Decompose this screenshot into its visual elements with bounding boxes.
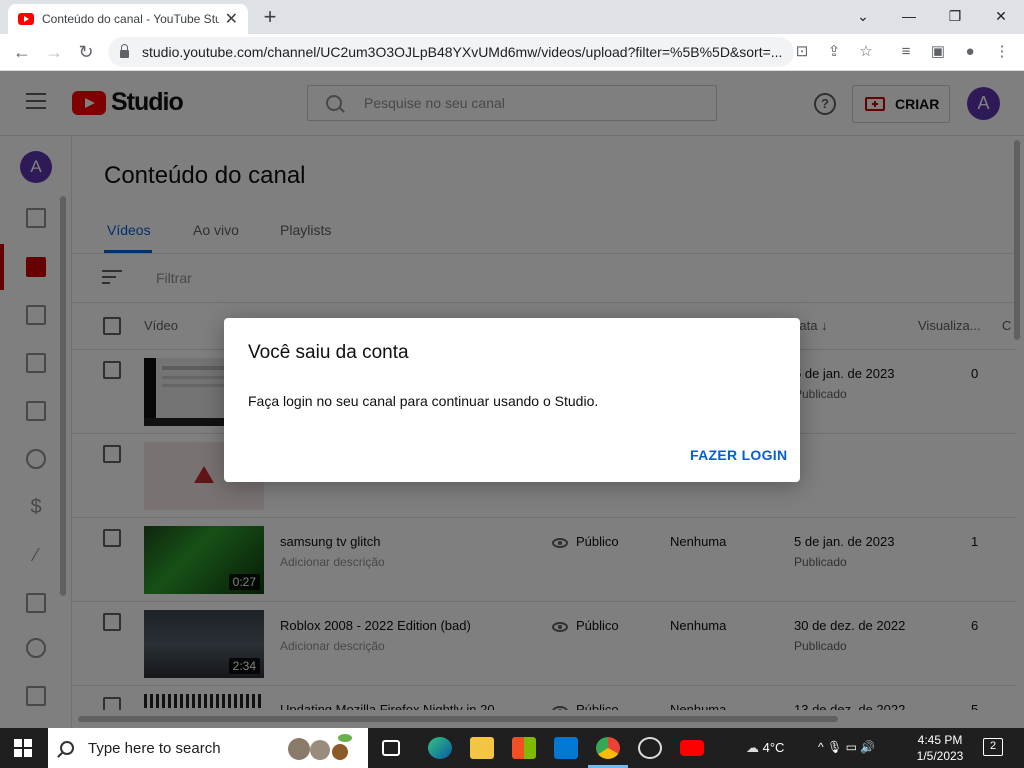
- login-button[interactable]: FAZER LOGIN: [690, 447, 787, 463]
- microsoft-store-icon[interactable]: [512, 737, 536, 759]
- back-arrow-icon[interactable]: ←: [10, 40, 34, 64]
- side-panel-icon[interactable]: ▣: [928, 42, 948, 62]
- new-tab-button[interactable]: +: [258, 4, 282, 30]
- clock[interactable]: 4:45 PM 1/5/2023: [910, 732, 970, 764]
- edge-icon[interactable]: [428, 737, 452, 759]
- taskbar-search-box[interactable]: Type here to search: [48, 728, 368, 768]
- mail-icon[interactable]: [554, 737, 578, 759]
- task-view-icon[interactable]: [382, 740, 400, 756]
- tab-close-button[interactable]: ✕: [225, 9, 238, 29]
- windows-taskbar: Type here to search ☁ 4°C ^ 🎙 ▭ 🔊 4:45 P…: [0, 728, 1024, 768]
- url-text[interactable]: studio.youtube.com/channel/UC2um3O3OJLpB…: [142, 44, 782, 60]
- clock-time: 4:45 PM: [917, 733, 963, 747]
- close-window-button[interactable]: ✕: [978, 4, 1024, 28]
- youtube-app-icon[interactable]: [680, 740, 704, 756]
- kebab-menu-icon[interactable]: ⋮: [992, 42, 1012, 62]
- browser-tab-strip: Conteúdo do canal - YouTube Studio ✕ + ⌄…: [0, 0, 1024, 34]
- weather-widget[interactable]: ☁ 4°C: [746, 740, 784, 756]
- youtube-favicon-icon: [18, 13, 34, 25]
- clock-date: 1/5/2023: [916, 749, 964, 763]
- chevron-up-icon[interactable]: ^: [818, 740, 824, 754]
- chrome-icon[interactable]: [596, 737, 620, 759]
- signed-out-dialog: Você saiu da conta Faça login no seu can…: [224, 318, 800, 482]
- translate-icon[interactable]: ⊡: [792, 42, 812, 62]
- address-bar[interactable]: studio.youtube.com/channel/UC2um3O3OJLpB…: [108, 37, 794, 67]
- temperature: 4°C: [762, 740, 785, 755]
- minimize-button[interactable]: —: [886, 4, 932, 28]
- tab-title: Conteúdo do canal - YouTube Studio: [42, 12, 219, 26]
- browser-tab[interactable]: Conteúdo do canal - YouTube Studio ✕: [8, 4, 248, 34]
- forward-arrow-icon[interactable]: →: [42, 40, 66, 64]
- dialog-message: Faça login no seu canal para continuar u…: [248, 393, 599, 409]
- search-highlight-icon: [286, 732, 358, 764]
- notification-center-icon[interactable]: 2: [983, 738, 1003, 756]
- windows-start-icon[interactable]: [14, 739, 32, 757]
- microphone-icon[interactable]: 🎙: [827, 740, 842, 754]
- search-icon: [60, 741, 74, 755]
- dialog-title: Você saiu da conta: [248, 342, 409, 363]
- cloud-icon: ☁: [746, 740, 763, 755]
- network-icon[interactable]: ▭: [846, 740, 857, 754]
- share-icon[interactable]: ⇪: [824, 42, 844, 62]
- taskbar-search-placeholder: Type here to search: [88, 739, 221, 757]
- media-control-icon[interactable]: ≡: [896, 42, 916, 62]
- profile-icon[interactable]: ●: [960, 42, 980, 62]
- file-explorer-icon[interactable]: [470, 737, 494, 759]
- obs-icon[interactable]: [638, 737, 662, 759]
- lock-icon: [120, 44, 129, 58]
- tab-search-button[interactable]: ⌄: [840, 4, 886, 28]
- bookmark-star-icon[interactable]: ☆: [856, 42, 876, 62]
- reload-icon[interactable]: ↻: [74, 40, 98, 64]
- browser-toolbar: ← → ↻ studio.youtube.com/channel/UC2um3O…: [0, 34, 1024, 71]
- volume-icon[interactable]: 🔊: [860, 740, 875, 754]
- restore-button[interactable]: ❐: [932, 4, 978, 28]
- system-tray[interactable]: ^ 🎙 ▭ 🔊: [818, 740, 875, 754]
